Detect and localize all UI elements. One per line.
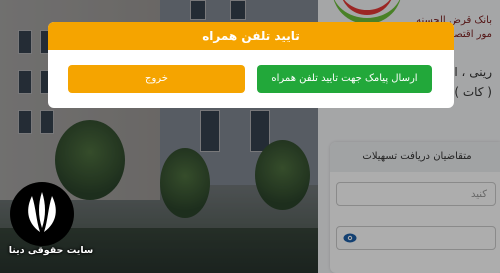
dina-logo-icon: [28, 192, 56, 232]
watermark: سایت حقوقی دینا: [0, 178, 93, 273]
dina-logo: [10, 182, 74, 246]
modal-title: تایید تلفن همراه: [48, 22, 454, 50]
send-sms-button[interactable]: ارسال پیامک جهت تایید تلفن همراه: [257, 65, 432, 93]
phone-verification-modal: تایید تلفن همراه ارسال پیامک جهت تایید ت…: [48, 22, 454, 108]
watermark-text: سایت حقوقی دینا: [8, 245, 94, 256]
exit-button[interactable]: خروج: [68, 65, 245, 93]
